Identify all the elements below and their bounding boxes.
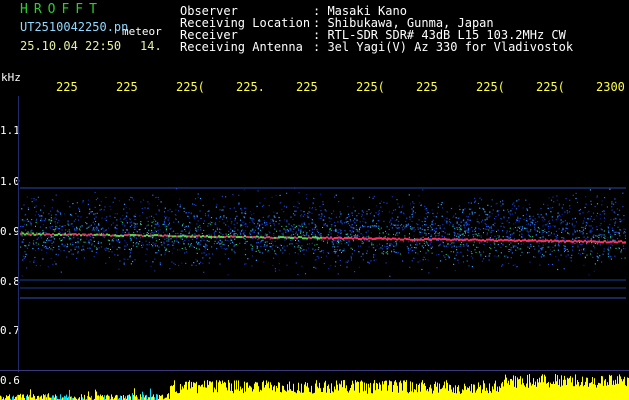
noise-band [20,187,626,277]
signal-amplitude-strip [0,374,629,400]
spectrogram-waterfall [20,187,626,299]
frequency-tick: 0.8 [0,275,20,288]
time-tick: 225. [236,80,265,94]
amplitude-bars [0,374,629,400]
time-tick: 225 [296,80,318,94]
frequency-unit-label: kHz [1,71,21,84]
app-title: HROFFT [20,2,103,17]
time-tick: 225( [476,80,505,94]
frequency-tick: 1.1 [0,124,20,137]
time-tick: 225 [416,80,438,94]
time-tick: 225( [536,80,565,94]
file-name: UT2510042250.pn [20,20,129,34]
frequency-axis-line [18,96,19,372]
time-tick: 225 [116,80,138,94]
file-type-label: meteor [122,25,162,38]
frequency-tick: 1.0 [0,175,20,188]
frequency-tick: 0.9 [0,225,20,238]
antenna-value: : 3el Yagi(V) Az 330 for Vladivostok [313,40,574,54]
time-tick: 225( [356,80,385,94]
time-tick: 225( [176,80,205,94]
date-time: 25.10.04 22:50 [20,39,122,53]
carrier-signal-trace [20,232,626,244]
frequency-tick: 0.7 [0,324,20,337]
antenna-label: Receiving Antenna [180,40,303,54]
time-tick: 2300 [596,80,625,94]
observation-number: 14. [140,39,162,53]
time-tick: 225 [56,80,78,94]
